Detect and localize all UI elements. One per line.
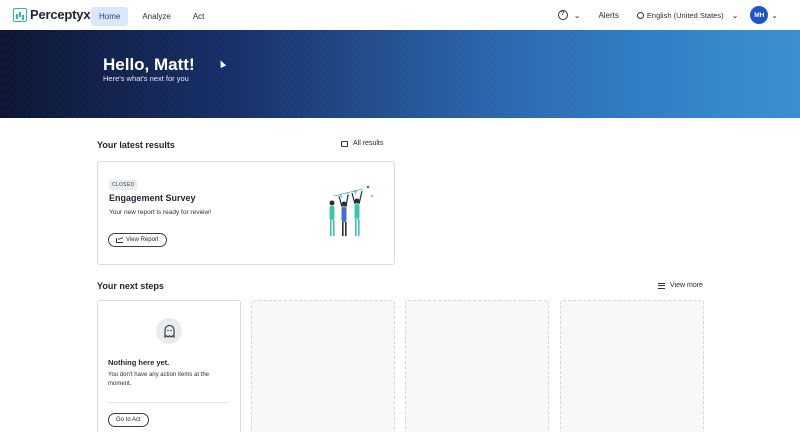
- empty-action-card: Nothing here yet. You don't have any act…: [97, 300, 241, 432]
- logo-text: Perceptyx: [30, 7, 91, 22]
- tab-act[interactable]: Act: [185, 7, 213, 26]
- language-label: English (United States): [646, 10, 724, 20]
- empty-title: Nothing here yet.: [108, 358, 170, 367]
- survey-description: Your new report is ready for review!: [109, 209, 212, 216]
- latest-results-title: Your latest results: [97, 140, 175, 150]
- list-icon: [658, 282, 665, 289]
- loading-placeholder-card: [560, 300, 704, 432]
- survey-title: Engagement Survey: [109, 193, 196, 203]
- chevron-down-icon: ⌄: [771, 10, 778, 20]
- nav-tabs: Home Analyze Act: [91, 7, 212, 26]
- hero-subtitle: Here's what's next for you: [103, 74, 189, 83]
- celebration-illustration-icon: [329, 185, 373, 236]
- help-icon: ?: [557, 10, 568, 20]
- divider: [108, 402, 228, 403]
- nav-right: ? ⌄ Alerts English (United States) ⌄ MH …: [557, 6, 778, 24]
- results-icon: [341, 140, 348, 147]
- globe-icon: [636, 11, 644, 19]
- survey-result-card: CLOSED Engagement Survey Your new report…: [97, 161, 395, 265]
- next-steps-title: Your next steps: [97, 281, 164, 291]
- view-more-label: View more: [670, 282, 703, 289]
- all-results-label: All results: [353, 140, 384, 147]
- help-menu[interactable]: ? ⌄: [557, 10, 581, 20]
- loading-placeholder-card: [251, 300, 395, 432]
- logo-icon: [13, 7, 27, 22]
- mouse-cursor-icon: [217, 59, 227, 68]
- top-nav: Perceptyx Home Analyze Act ? ⌄ Alerts En…: [0, 0, 800, 30]
- user-menu[interactable]: MH ⌄: [750, 6, 778, 24]
- view-more-link[interactable]: View more: [658, 282, 703, 289]
- page-title: Hello, Matt!: [103, 55, 195, 74]
- tab-analyze[interactable]: Analyze: [134, 7, 178, 26]
- go-to-act-button[interactable]: Go to Act: [108, 413, 149, 427]
- go-to-act-label: Go to Act: [116, 417, 141, 423]
- hero-banner: Hello, Matt! Here's what's next for you: [0, 30, 800, 118]
- chevron-down-icon: ⌄: [573, 10, 581, 20]
- view-report-label: View Report: [126, 237, 159, 243]
- view-report-button[interactable]: View Report: [108, 233, 167, 247]
- logo[interactable]: Perceptyx: [13, 7, 91, 22]
- tab-home[interactable]: Home: [91, 7, 129, 26]
- alerts-link[interactable]: Alerts: [598, 11, 618, 20]
- all-results-link[interactable]: All results: [341, 140, 383, 147]
- status-badge: CLOSED: [109, 180, 138, 190]
- loading-placeholder-card: [405, 300, 549, 432]
- ghost-icon: [156, 318, 182, 344]
- chevron-down-icon: ⌄: [731, 10, 739, 20]
- avatar: MH: [750, 6, 769, 24]
- language-selector[interactable]: English (United States) ⌄: [636, 10, 739, 20]
- chart-icon: [116, 237, 123, 243]
- empty-description: You don't have any action items at the m…: [108, 372, 209, 387]
